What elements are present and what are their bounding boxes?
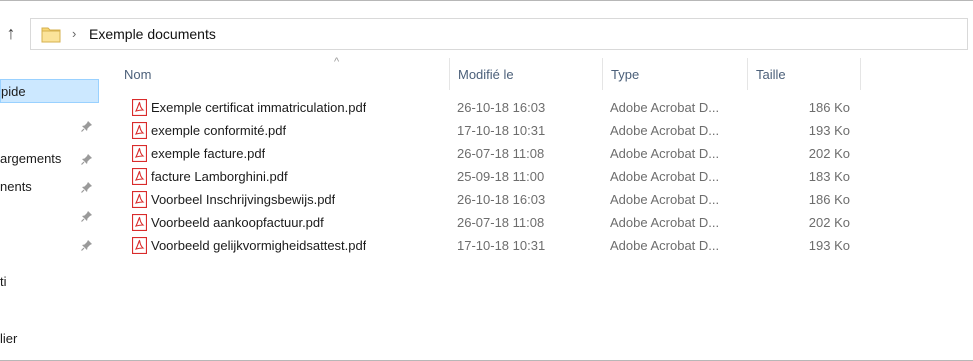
pin-icon[interactable] (80, 114, 94, 138)
nav-item-pinned-6[interactable] (0, 233, 99, 257)
file-row[interactable]: Voorbeel Inschrijvingsbewijs.pdf 26-10-1… (116, 188, 861, 211)
pin-icon[interactable] (80, 175, 94, 199)
file-row[interactable]: exemple conformité.pdf 17-10-18 10:31 Ad… (116, 119, 861, 142)
file-name: exemple facture.pdf (151, 146, 266, 161)
nav-item-label: ti (0, 274, 7, 289)
file-modified: 17-10-18 10:31 (457, 238, 546, 253)
file-modified: 26-07-18 11:08 (457, 215, 545, 230)
file-modified: 26-10-18 16:03 (457, 100, 546, 115)
file-row[interactable]: Voorbeeld gelijkvormigheidsattest.pdf 17… (116, 234, 861, 257)
nav-item-quick-access[interactable]: pide (0, 79, 99, 103)
column-headers: ^ Nom Modifié le Type Taille (116, 56, 861, 90)
column-header-name-label: Nom (124, 67, 152, 82)
file-type: Adobe Acrobat D... (610, 215, 720, 230)
breadcrumb-separator: › (72, 26, 77, 41)
nav-item-pinned-5[interactable] (0, 204, 99, 228)
address-bar-row: ↑ › Exemple documents (0, 15, 973, 53)
file-name: Voorbeeld aankoopfactuur.pdf (151, 215, 324, 230)
nav-item-label: nents (0, 179, 32, 194)
address-bar[interactable]: › Exemple documents (30, 18, 968, 50)
file-size: 186 Ko (808, 100, 850, 115)
file-modified: 25-09-18 11:00 (457, 169, 545, 184)
file-row[interactable]: Voorbeeld aankoopfactuur.pdf 26-07-18 11… (116, 211, 861, 234)
nav-item-documents[interactable]: nents (0, 175, 99, 199)
file-size: 193 Ko (808, 238, 850, 253)
column-header-modified[interactable]: Modifié le (450, 58, 603, 90)
file-name: Exemple certificat immatriculation.pdf (151, 100, 367, 115)
file-size: 193 Ko (808, 123, 850, 138)
pdf-file-icon (132, 122, 147, 139)
file-row[interactable]: facture Lamborghini.pdf 25-09-18 11:00 A… (116, 165, 861, 188)
column-header-size-label: Taille (756, 67, 786, 82)
file-type: Adobe Acrobat D... (610, 169, 720, 184)
navigation-pane: pide argements nents ti lier (0, 61, 99, 361)
file-type: Adobe Acrobat D... (610, 238, 720, 253)
pin-icon[interactable] (80, 233, 94, 257)
pdf-file-icon (132, 168, 147, 185)
nav-item-label: argements (0, 151, 62, 166)
column-header-type-label: Type (611, 67, 640, 82)
pdf-file-icon (132, 145, 147, 162)
column-header-size[interactable]: Taille (748, 58, 861, 90)
nav-item-downloads[interactable]: argements (0, 147, 99, 171)
nav-item-label: lier (0, 331, 18, 346)
file-size: 183 Ko (808, 169, 850, 184)
file-name: exemple conformité.pdf (151, 123, 287, 138)
file-modified: 17-10-18 10:31 (457, 123, 546, 138)
nav-item-label: pide (1, 84, 26, 99)
file-row[interactable]: Exemple certificat immatriculation.pdf 2… (116, 96, 861, 119)
file-type: Adobe Acrobat D... (610, 192, 720, 207)
up-arrow-icon[interactable]: ↑ (2, 22, 20, 44)
file-type: Adobe Acrobat D... (610, 146, 720, 161)
pin-icon[interactable] (80, 204, 94, 228)
file-size: 202 Ko (808, 146, 850, 161)
file-modified: 26-07-18 11:08 (457, 146, 545, 161)
file-row[interactable]: exemple facture.pdf 26-07-18 11:08 Adobe… (116, 142, 861, 165)
file-explorer-window: ↑ › Exemple documents pide argements nen… (0, 0, 973, 361)
nav-item-7[interactable]: ti (0, 270, 99, 294)
pdf-file-icon (132, 214, 147, 231)
file-type: Adobe Acrobat D... (610, 100, 720, 115)
breadcrumb-current-folder[interactable]: Exemple documents (89, 24, 216, 44)
file-size: 186 Ko (808, 192, 850, 207)
file-name: facture Lamborghini.pdf (151, 169, 288, 184)
column-header-modified-label: Modifié le (458, 67, 514, 82)
file-name: Voorbeeld gelijkvormigheidsattest.pdf (151, 238, 367, 253)
file-modified: 26-10-18 16:03 (457, 192, 546, 207)
pin-icon[interactable] (80, 147, 94, 171)
file-size: 202 Ko (808, 215, 850, 230)
file-list: Exemple certificat immatriculation.pdf 2… (116, 96, 861, 257)
file-name: Voorbeel Inschrijvingsbewijs.pdf (151, 192, 336, 207)
file-type: Adobe Acrobat D... (610, 123, 720, 138)
pdf-file-icon (132, 237, 147, 254)
nav-item-pinned-1[interactable] (0, 114, 99, 138)
nav-item-8[interactable]: lier (0, 327, 99, 351)
folder-icon (41, 27, 61, 43)
column-header-type[interactable]: Type (603, 58, 748, 90)
pdf-file-icon (132, 99, 147, 116)
pdf-file-icon (132, 191, 147, 208)
column-header-name[interactable]: Nom (116, 58, 450, 90)
